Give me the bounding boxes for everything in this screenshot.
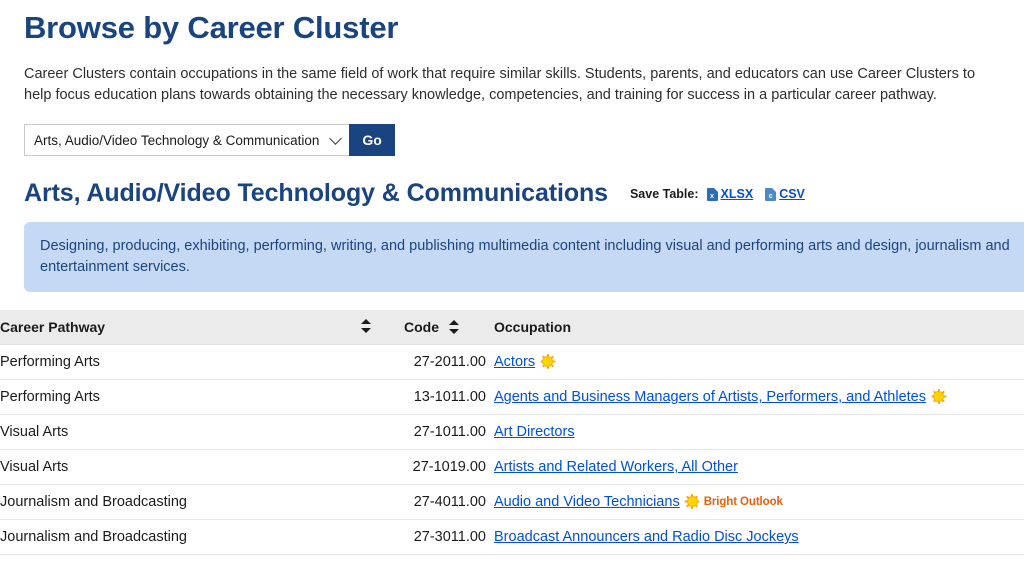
- save-csv-label: CSV: [779, 187, 805, 201]
- cell-career-pathway: Visual Arts: [0, 449, 404, 485]
- cell-occupation: Art Directors: [494, 414, 1024, 450]
- cell-code: 27-1011.00: [404, 414, 494, 450]
- cell-career-pathway: Journalism and Broadcasting: [0, 554, 404, 563]
- chevron-down-icon: [329, 132, 343, 145]
- table-body: Performing Arts 27-2011.00 Actors Performin…: [0, 344, 1024, 563]
- occupation-link[interactable]: Agents and Business Managers of Artists,…: [494, 389, 926, 405]
- cell-career-pathway: Visual Arts: [0, 414, 404, 450]
- save-table-controls: Save Table: x XLSX c CSV: [630, 187, 817, 201]
- cell-code: 27-1019.00: [404, 449, 494, 485]
- column-header-code-label: Code: [404, 319, 439, 335]
- career-cluster-page: Browse by Career Cluster Career Clusters…: [0, 0, 1024, 563]
- column-header-code[interactable]: Code: [404, 310, 494, 345]
- occupations-table-wrapper: Career Pathway Code Occupation Performin…: [0, 310, 1024, 563]
- go-button[interactable]: Go: [349, 124, 395, 156]
- career-cluster-select[interactable]: Arts, Audio/Video Technology & Communica…: [24, 124, 350, 156]
- bright-outlook-sun-icon[interactable]: [931, 389, 946, 404]
- csv-file-icon-glyph: c: [768, 192, 773, 200]
- xlsx-file-icon: x: [706, 187, 718, 201]
- table-row: Journalism and Broadcasting27-4012.00Bro…: [0, 554, 1024, 563]
- occupations-table: Career Pathway Code Occupation Performin…: [0, 310, 1024, 563]
- table-row: Journalism and Broadcasting 27-3011.00 Bro…: [0, 519, 1024, 555]
- save-csv-link[interactable]: c CSV: [765, 187, 805, 201]
- table-row: Visual Arts 27-1011.00 Art Directors: [0, 414, 1024, 450]
- column-header-career-pathway-label: Career Pathway: [0, 319, 106, 335]
- cluster-heading-row: Arts, Audio/Video Technology & Communica…: [24, 178, 1024, 208]
- table-header-row: Career Pathway Code Occupation: [0, 310, 1024, 345]
- career-cluster-select-value: Arts, Audio/Video Technology & Communica…: [34, 132, 320, 148]
- cell-occupation: Audio and Video Technicians Bright Outloo…: [494, 484, 1024, 520]
- cell-code: 27-4012.00: [404, 554, 494, 563]
- cell-occupation: Actors: [494, 344, 1024, 380]
- cell-occupation: Broadcast Announcers and Radio Disc Jock…: [494, 519, 1024, 555]
- cell-code: 27-2011.00: [404, 344, 494, 380]
- cluster-selector-row: Arts, Audio/Video Technology & Communica…: [24, 124, 395, 156]
- save-xlsx-label: XLSX: [720, 187, 754, 201]
- bright-outlook-sun-icon[interactable]: [540, 354, 556, 369]
- occupation-link[interactable]: Actors: [494, 354, 535, 370]
- column-header-occupation-label: Occupation: [494, 319, 572, 335]
- table-head: Career Pathway Code Occupation: [0, 310, 1024, 345]
- column-header-occupation: Occupation: [494, 310, 1024, 345]
- cell-occupation: Broadcast Technicians: [494, 554, 1024, 563]
- column-header-career-pathway[interactable]: Career Pathway: [0, 310, 404, 345]
- sort-updown-icon[interactable]: [448, 320, 460, 334]
- save-xlsx-link[interactable]: x XLSX: [706, 187, 754, 201]
- table-row: Performing Arts 13-1011.00 Agents and Busi…: [0, 379, 1024, 415]
- bright-outlook-sun-icon[interactable]: [684, 494, 700, 509]
- occupation-link[interactable]: Artists and Related Workers, All Other: [494, 459, 738, 475]
- bright-outlook-label: Bright Outlook: [703, 496, 783, 508]
- cell-career-pathway: Performing Arts: [0, 379, 404, 415]
- save-table-label: Save Table:: [629, 187, 699, 201]
- cell-code: 27-4011.00: [404, 484, 494, 520]
- occupation-link[interactable]: Broadcast Announcers and Radio Disc Jock…: [494, 529, 799, 545]
- table-row: Visual Arts 27-1019.00 Artists and Related…: [0, 449, 1024, 485]
- occupation-link[interactable]: Audio and Video Technicians: [494, 494, 680, 510]
- table-row: Performing Arts 27-2011.00 Actors: [0, 344, 1024, 380]
- csv-file-icon: c: [765, 187, 777, 201]
- cell-career-pathway: Performing Arts: [0, 344, 404, 380]
- cell-occupation: Artists and Related Workers, All Other: [494, 449, 1024, 485]
- occupation-link[interactable]: Art Directors: [494, 424, 575, 440]
- cell-career-pathway: Journalism and Broadcasting: [0, 484, 404, 520]
- cell-career-pathway: Journalism and Broadcasting: [0, 519, 404, 555]
- page-title: Browse by Career Cluster: [24, 10, 399, 45]
- cluster-description-callout: Designing, producing, exhibiting, perfor…: [24, 222, 1024, 292]
- cell-code: 13-1011.00: [404, 379, 494, 415]
- xlsx-file-icon-glyph: x: [710, 192, 714, 200]
- intro-paragraph: Career Clusters contain occupations in t…: [24, 66, 976, 103]
- sort-updown-icon[interactable]: [361, 319, 372, 333]
- cell-occupation: Agents and Business Managers of Artists,…: [494, 379, 1024, 415]
- cell-code: 27-3011.00: [404, 519, 494, 555]
- cluster-title: Arts, Audio/Video Technology & Communica…: [24, 179, 608, 207]
- table-row: Journalism and Broadcasting 27-4011.00 Aud…: [0, 484, 1024, 520]
